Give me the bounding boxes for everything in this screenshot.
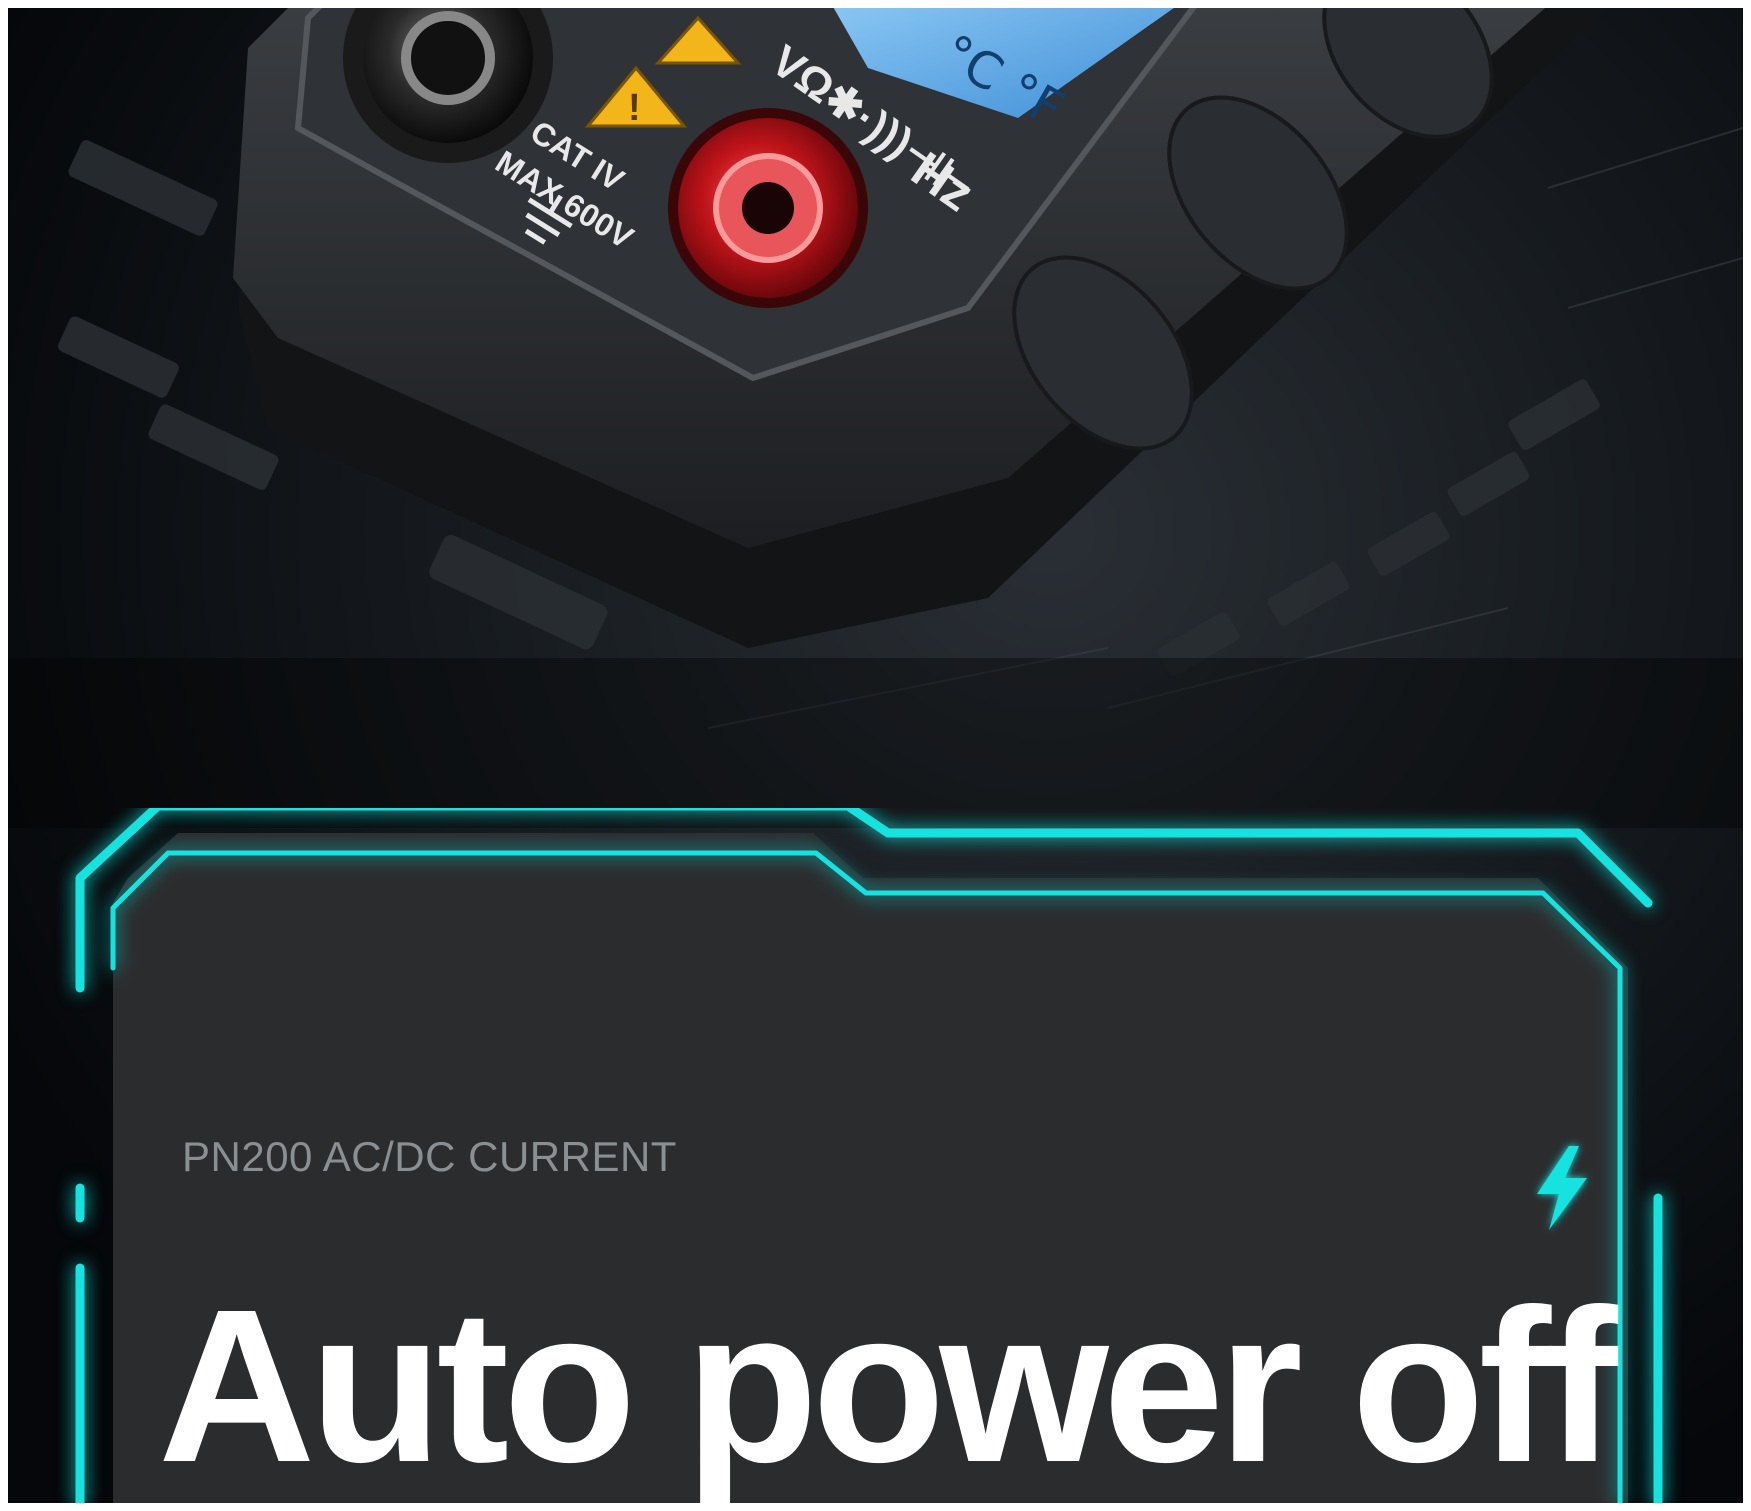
voltage-input-jack bbox=[668, 108, 868, 308]
lightning-bolt-icon bbox=[1537, 1146, 1587, 1230]
product-subtitle: PN200 AC/DC CURRENT bbox=[182, 1133, 677, 1180]
feature-headline: Auto power off bbox=[158, 1265, 1618, 1503]
svg-text:!: ! bbox=[628, 87, 641, 129]
multimeter-photo: °C °F ! CAT IV MAX 600V VΩ✱·)))⊣⊢ Hz bbox=[8, 8, 1743, 828]
product-banner: °C °F ! CAT IV MAX 600V VΩ✱·)))⊣⊢ Hz PN2… bbox=[8, 8, 1743, 1503]
